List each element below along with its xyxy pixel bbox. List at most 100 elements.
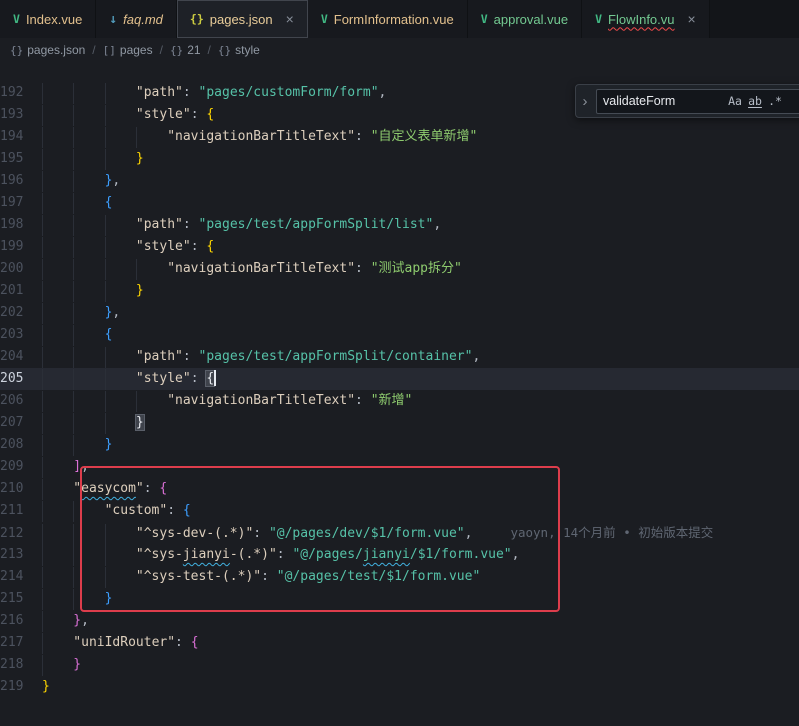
indent-guide <box>73 83 104 104</box>
vue-icon: V <box>595 12 602 26</box>
indent-guide <box>42 347 73 368</box>
indent-guide <box>42 83 73 104</box>
line-text: } <box>42 591 112 606</box>
line-number: 211 <box>0 500 42 522</box>
indent-guide <box>42 303 73 324</box>
indent-guide <box>42 215 73 236</box>
breadcrumb-item-style[interactable]: {}style <box>218 43 260 57</box>
code-line-198[interactable]: 198"path": "pages/test/appFormSplit/list… <box>0 214 799 236</box>
tab-label: faq.md <box>123 12 163 27</box>
code-line-203[interactable]: 203{ <box>0 324 799 346</box>
line-text: "style": { <box>42 371 216 386</box>
indent-guide <box>73 259 104 280</box>
code-line-211[interactable]: 211"custom": { <box>0 500 799 522</box>
vue-icon: V <box>321 12 328 26</box>
code-line-199[interactable]: 199"style": { <box>0 236 799 258</box>
code-line-196[interactable]: 196}, <box>0 170 799 192</box>
find-input[interactable] <box>597 94 725 108</box>
tab-pages.json[interactable]: {}pages.json× <box>177 0 308 38</box>
line-text: { <box>42 327 112 342</box>
line-text: }, <box>42 305 120 320</box>
tab-bar: VIndex.vue ↓ faq.md {}pages.json× V FormInfor… <box>0 0 799 38</box>
code-line-219[interactable]: 219} <box>0 676 799 698</box>
line-number: 205 <box>0 368 42 390</box>
indent-guide <box>73 545 104 566</box>
indent-guide <box>42 567 73 588</box>
breadcrumb-item-pages[interactable]: []pages <box>103 43 153 57</box>
line-text: "^sys-dev-(.*)": "@/pages/dev/$1/form.vu… <box>42 526 713 541</box>
line-text: "navigationBarTitleText": "测试app拆分" <box>42 261 462 276</box>
line-number: 207 <box>0 412 42 434</box>
code-line-209[interactable]: 209], <box>0 456 799 478</box>
line-number: 209 <box>0 456 42 478</box>
tab-FormInformation.vue[interactable]: V FormInformation.vue <box>308 0 468 38</box>
indent-guide <box>136 259 167 280</box>
code-line-202[interactable]: 202}, <box>0 302 799 324</box>
code-line-194[interactable]: 194"navigationBarTitleText": "自定义表单新增" <box>0 126 799 148</box>
tab-label: FormInformation.vue <box>334 12 454 27</box>
code-line-215[interactable]: 215} <box>0 588 799 610</box>
line-number: 200 <box>0 258 42 280</box>
indent-guide <box>73 524 104 545</box>
tab-faq.md[interactable]: ↓ faq.md <box>96 0 177 38</box>
code-line-217[interactable]: 217"uniIdRouter": { <box>0 632 799 654</box>
indent-guide <box>42 435 73 456</box>
markdown-icon: ↓ <box>109 12 117 27</box>
code-line-206[interactable]: 206"navigationBarTitleText": "新增" <box>0 390 799 412</box>
indent-guide <box>73 237 104 258</box>
indent-guide <box>73 105 104 126</box>
indent-guide <box>136 391 167 412</box>
regex-toggle[interactable]: .* <box>765 91 785 111</box>
indent-guide <box>73 369 104 390</box>
indent-guide <box>73 149 104 170</box>
code-line-213[interactable]: 213"^sys-jianyi-(.*)": "@/pages/jianyi/$… <box>0 544 799 566</box>
code-line-204[interactable]: 204"path": "pages/test/appFormSplit/cont… <box>0 346 799 368</box>
line-text: "custom": { <box>42 503 191 518</box>
code-line-197[interactable]: 197{ <box>0 192 799 214</box>
indent-guide <box>73 127 104 148</box>
indent-guide <box>42 611 73 632</box>
code-line-205[interactable]: 205"style": { <box>0 368 799 390</box>
chevron-right-icon[interactable]: › <box>578 93 592 110</box>
code-line-195[interactable]: 195} <box>0 148 799 170</box>
find-input-wrap: Aa ab .* <box>596 89 799 114</box>
indent-guide <box>105 105 136 126</box>
tab-Index.vue[interactable]: VIndex.vue <box>0 0 96 38</box>
line-number: 196 <box>0 170 42 192</box>
code-line-216[interactable]: 216}, <box>0 610 799 632</box>
code-line-207[interactable]: 207} <box>0 412 799 434</box>
symbol-icon: [] <box>103 44 116 57</box>
line-number: 206 <box>0 390 42 412</box>
line-text: } <box>42 151 144 166</box>
line-number: 216 <box>0 610 42 632</box>
indent-guide <box>105 567 136 588</box>
close-icon[interactable]: × <box>688 11 696 27</box>
tab-approval.vue[interactable]: Vapproval.vue <box>468 0 582 38</box>
tab-FlowInfo.vu[interactable]: VFlowInfo.vu× <box>582 0 710 38</box>
line-number: 212 <box>0 523 42 545</box>
git-blame-annotation: yaoyn, 14个月前 • 初始版本提交 <box>510 525 713 540</box>
code-line-210[interactable]: 210"easycom": { <box>0 478 799 500</box>
breadcrumb-item-21[interactable]: {}21 <box>170 43 201 57</box>
indent-guide <box>73 171 104 192</box>
line-number: 215 <box>0 588 42 610</box>
breadcrumb-item-pages.json[interactable]: {}pages.json <box>10 43 85 57</box>
line-number: 210 <box>0 478 42 500</box>
indent-guide <box>73 501 104 522</box>
code-line-208[interactable]: 208} <box>0 434 799 456</box>
close-icon[interactable]: × <box>286 11 294 27</box>
indent-guide <box>42 479 73 500</box>
indent-guide <box>105 545 136 566</box>
code-area: 192"path": "pages/customForm/form",193"s… <box>0 82 799 698</box>
breadcrumb-label: 21 <box>187 43 200 57</box>
line-text: "path": "pages/test/appFormSplit/list", <box>42 217 441 232</box>
code-line-201[interactable]: 201} <box>0 280 799 302</box>
code-line-200[interactable]: 200"navigationBarTitleText": "测试app拆分" <box>0 258 799 280</box>
match-case-toggle[interactable]: Aa <box>725 91 745 111</box>
code-line-218[interactable]: 218} <box>0 654 799 676</box>
whole-word-toggle[interactable]: ab <box>745 91 765 111</box>
code-line-212[interactable]: 212"^sys-dev-(.*)": "@/pages/dev/$1/form… <box>0 522 799 544</box>
breadcrumb-label: style <box>235 43 260 57</box>
code-line-214[interactable]: 214"^sys-test-(.*)": "@/pages/test/$1/fo… <box>0 566 799 588</box>
line-number: 195 <box>0 148 42 170</box>
